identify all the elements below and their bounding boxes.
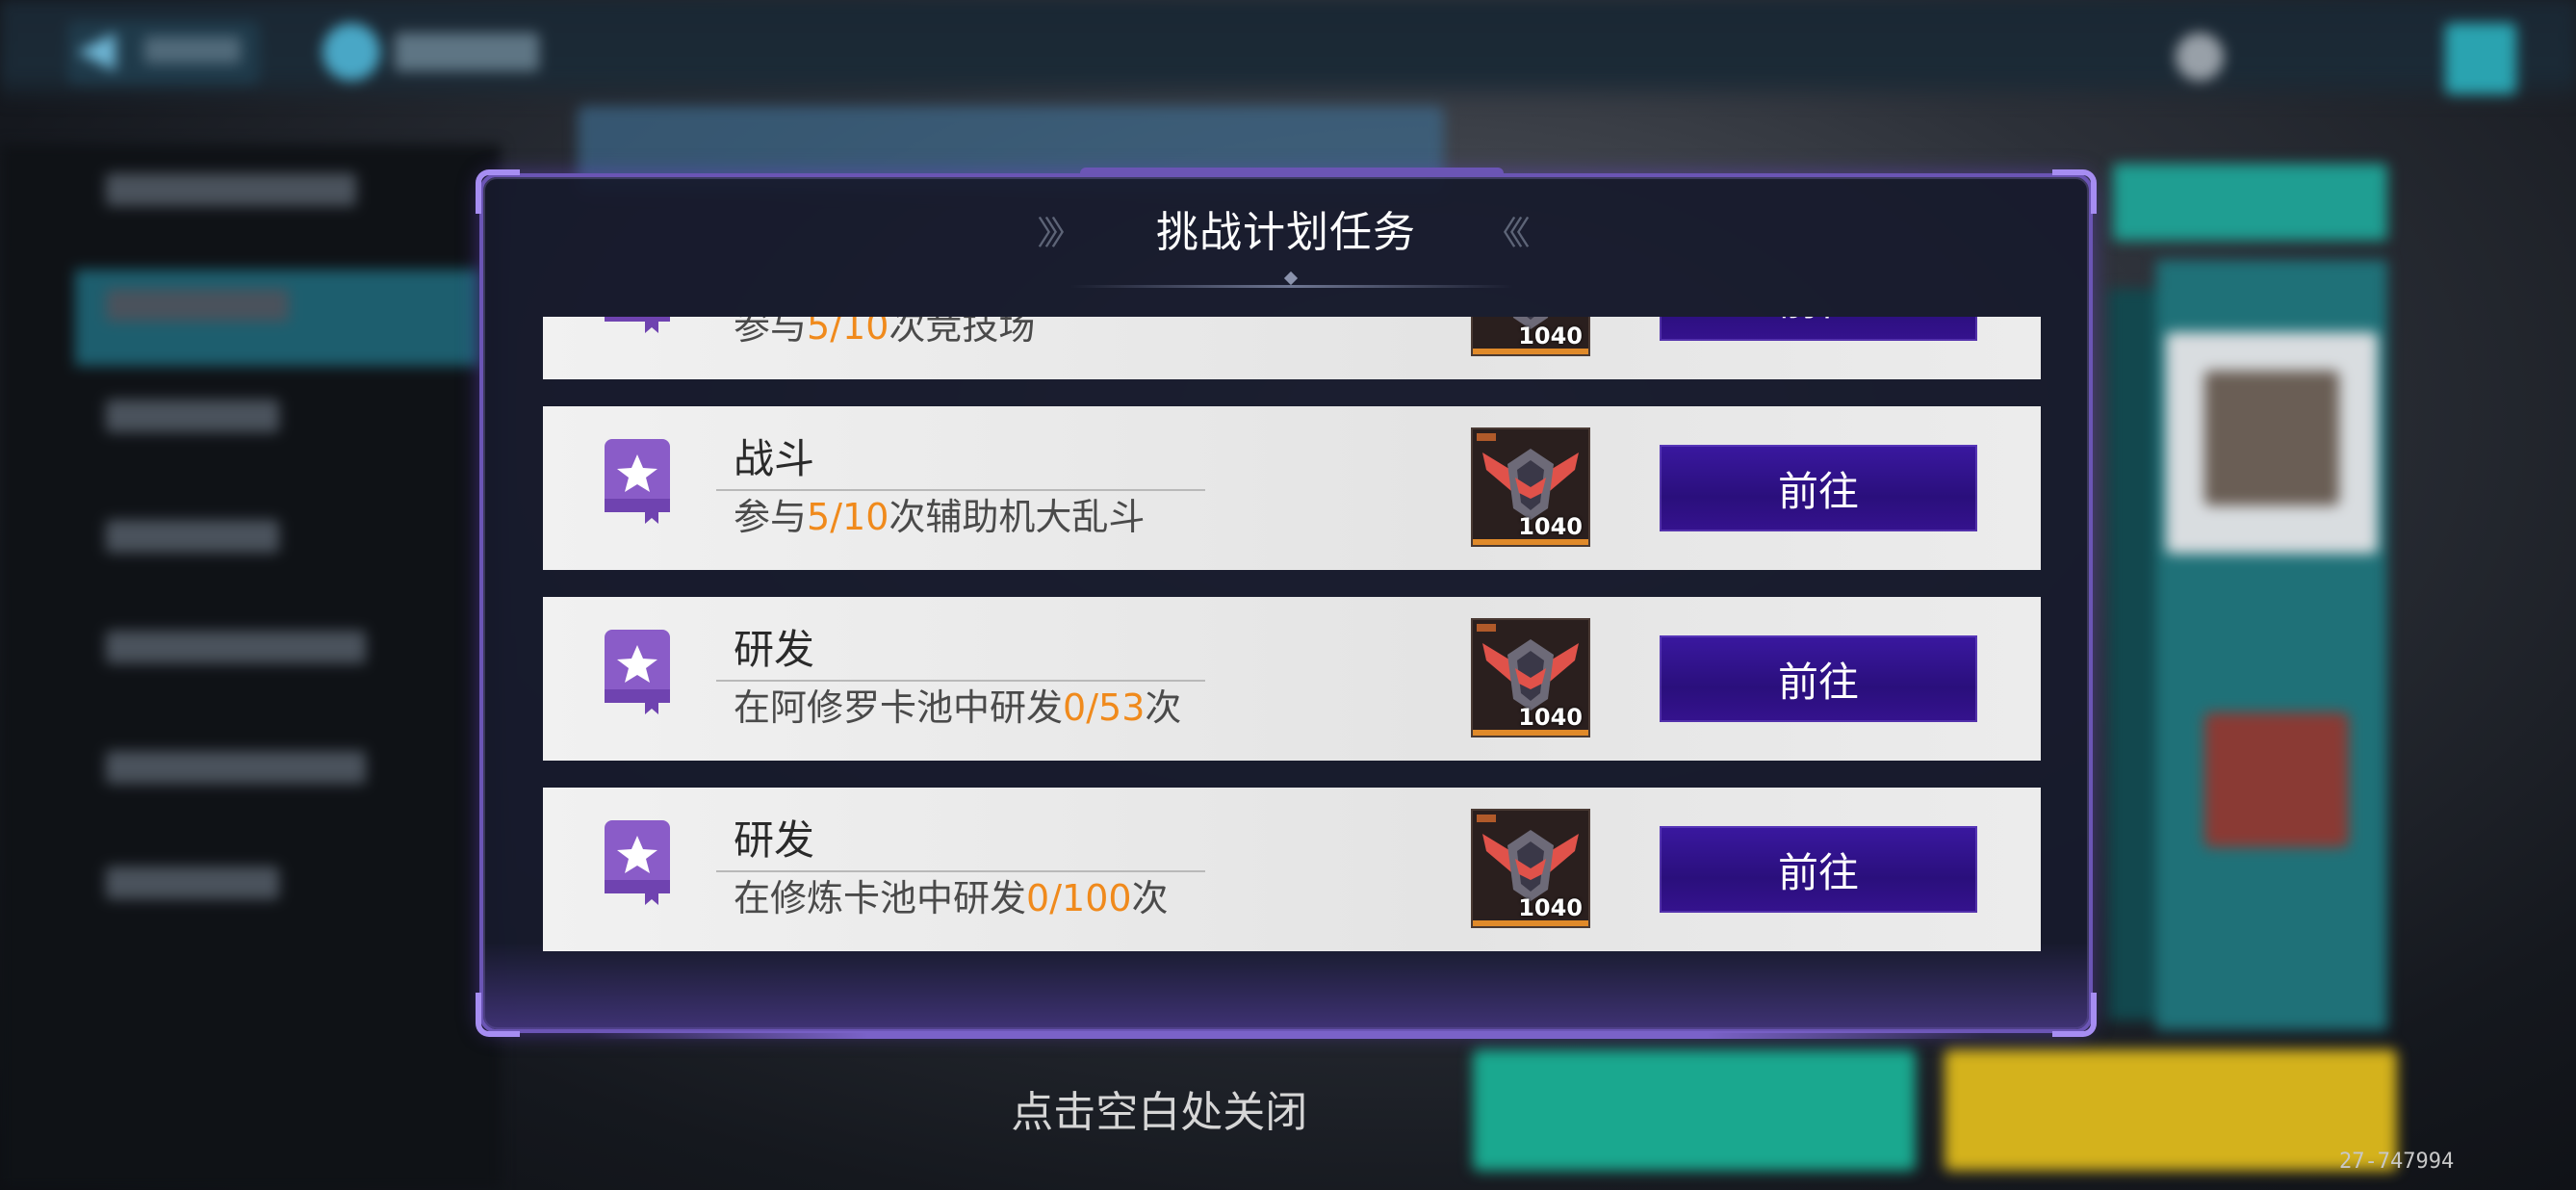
task-title-divider — [716, 680, 1205, 682]
star-book-icon — [605, 439, 670, 524]
task-desc-prefix: 在修炼卡池中研发 — [734, 877, 1027, 919]
background-menu-icon — [2445, 23, 2516, 94]
task-list[interactable]: 参与5/10次竞技场 1040 前往 — [543, 317, 2041, 952]
task-progress: 0/100 — [1026, 877, 1132, 919]
task-description: 参与5/10次竞技场 — [734, 317, 1035, 349]
reward-item[interactable]: 1040 — [1471, 809, 1590, 928]
background-back-label — [144, 37, 241, 64]
modal-title: 挑战计划任务 — [1156, 208, 1416, 257]
task-progress-separator: / — [1086, 686, 1099, 729]
task-description: 在修炼卡池中研发0/100次 — [734, 876, 1169, 920]
background-sidebar-item — [106, 751, 366, 784]
go-button[interactable]: 前往 — [1660, 317, 1977, 341]
task-title: 战斗 — [734, 435, 815, 482]
task-progress-total: 10 — [842, 496, 889, 538]
task-progress: 5/10 — [807, 496, 889, 538]
background-sidebar-item — [106, 631, 366, 663]
background-sidebar-item — [106, 520, 279, 553]
background-item-image — [2204, 371, 2339, 505]
star-book-icon — [605, 820, 670, 905]
task-description: 参与5/10次辅助机大乱斗 — [734, 495, 1145, 539]
task-desc-prefix: 参与 — [734, 496, 808, 538]
modal-bottom-notch — [589, 1031, 1985, 1039]
task-progress-current: 5 — [807, 317, 831, 348]
modal-top-notch — [1080, 168, 1504, 177]
background-sidebar-item — [106, 400, 279, 432]
task-row: 研发 在阿修罗卡池中研发0/53次 1040 前往 — [543, 597, 2041, 761]
challenge-plan-modal: 〉〉〉 挑战计划任务 〈〈〈 参与5/10次竞技场 1040 战斗 参与5/10… — [476, 168, 2097, 1039]
task-row: 研发 在修炼卡池中研发0/100次 1040 前往 — [543, 788, 2041, 951]
task-desc-prefix: 在阿修罗卡池中研发 — [734, 686, 1064, 729]
background-sidebar-item — [106, 867, 279, 899]
task-progress-separator: / — [830, 317, 843, 348]
task-progress-total: 10 — [842, 317, 889, 348]
background-item-card — [2204, 712, 2349, 847]
modal-corner — [476, 993, 520, 1037]
task-progress: 5/10 — [807, 317, 889, 348]
task-progress-separator: / — [1049, 877, 1063, 919]
reward-count: 1040 — [1518, 323, 1583, 349]
reward-item[interactable]: 1040 — [1471, 427, 1590, 547]
task-progress-separator: / — [830, 496, 843, 538]
background-settings-icon — [2176, 33, 2224, 81]
task-title: 研发 — [734, 816, 815, 864]
background-home-label — [395, 33, 539, 71]
star-book-icon — [605, 317, 670, 333]
task-desc-suffix: 次 — [1145, 686, 1182, 729]
background-home-icon — [322, 23, 380, 81]
go-button[interactable]: 前往 — [1660, 635, 1977, 722]
modal-corner — [2052, 993, 2097, 1037]
task-title: 研发 — [734, 626, 815, 673]
reward-item[interactable]: 1040 — [1471, 317, 1590, 356]
reward-count: 1040 — [1518, 894, 1583, 921]
go-button[interactable]: 前往 — [1660, 445, 1977, 531]
title-underline — [1070, 285, 1513, 288]
task-progress-current: 0 — [1063, 686, 1087, 729]
close-hint[interactable]: 点击空白处关闭 — [0, 1086, 2447, 1140]
task-progress: 0/53 — [1063, 686, 1145, 729]
task-desc-suffix: 次竞技场 — [889, 317, 1036, 348]
task-row: 战斗 参与5/10次辅助机大乱斗 1040 前往 — [543, 406, 2041, 570]
task-title-divider — [716, 489, 1205, 491]
title-chevrons-right-icon: 〈〈〈 — [1484, 215, 1531, 253]
task-progress-total: 100 — [1062, 877, 1132, 919]
task-desc-prefix: 参与 — [734, 317, 808, 348]
version-code: 27-747994 — [2339, 1150, 2455, 1174]
background-right-button — [2113, 164, 2387, 241]
task-progress-current: 0 — [1026, 877, 1050, 919]
title-tick — [1283, 271, 1299, 286]
task-desc-suffix: 次 — [1131, 877, 1169, 919]
go-button[interactable]: 前往 — [1660, 826, 1977, 913]
background-sidebar-item — [106, 289, 289, 322]
background-sidebar-item — [106, 173, 356, 206]
task-progress-total: 53 — [1098, 686, 1146, 729]
reward-item[interactable]: 1040 — [1471, 618, 1590, 737]
modal-bottom-glow — [483, 943, 2089, 1029]
task-description: 在阿修罗卡池中研发0/53次 — [734, 686, 1181, 730]
star-book-icon — [605, 630, 670, 714]
reward-count: 1040 — [1518, 513, 1583, 540]
reward-count: 1040 — [1518, 704, 1583, 731]
task-progress-current: 5 — [807, 496, 831, 538]
task-row: 参与5/10次竞技场 1040 前往 — [543, 317, 2041, 379]
background-right-strip — [2108, 289, 2156, 1021]
task-title-divider — [716, 870, 1205, 872]
task-desc-suffix: 次辅助机大乱斗 — [889, 496, 1146, 538]
